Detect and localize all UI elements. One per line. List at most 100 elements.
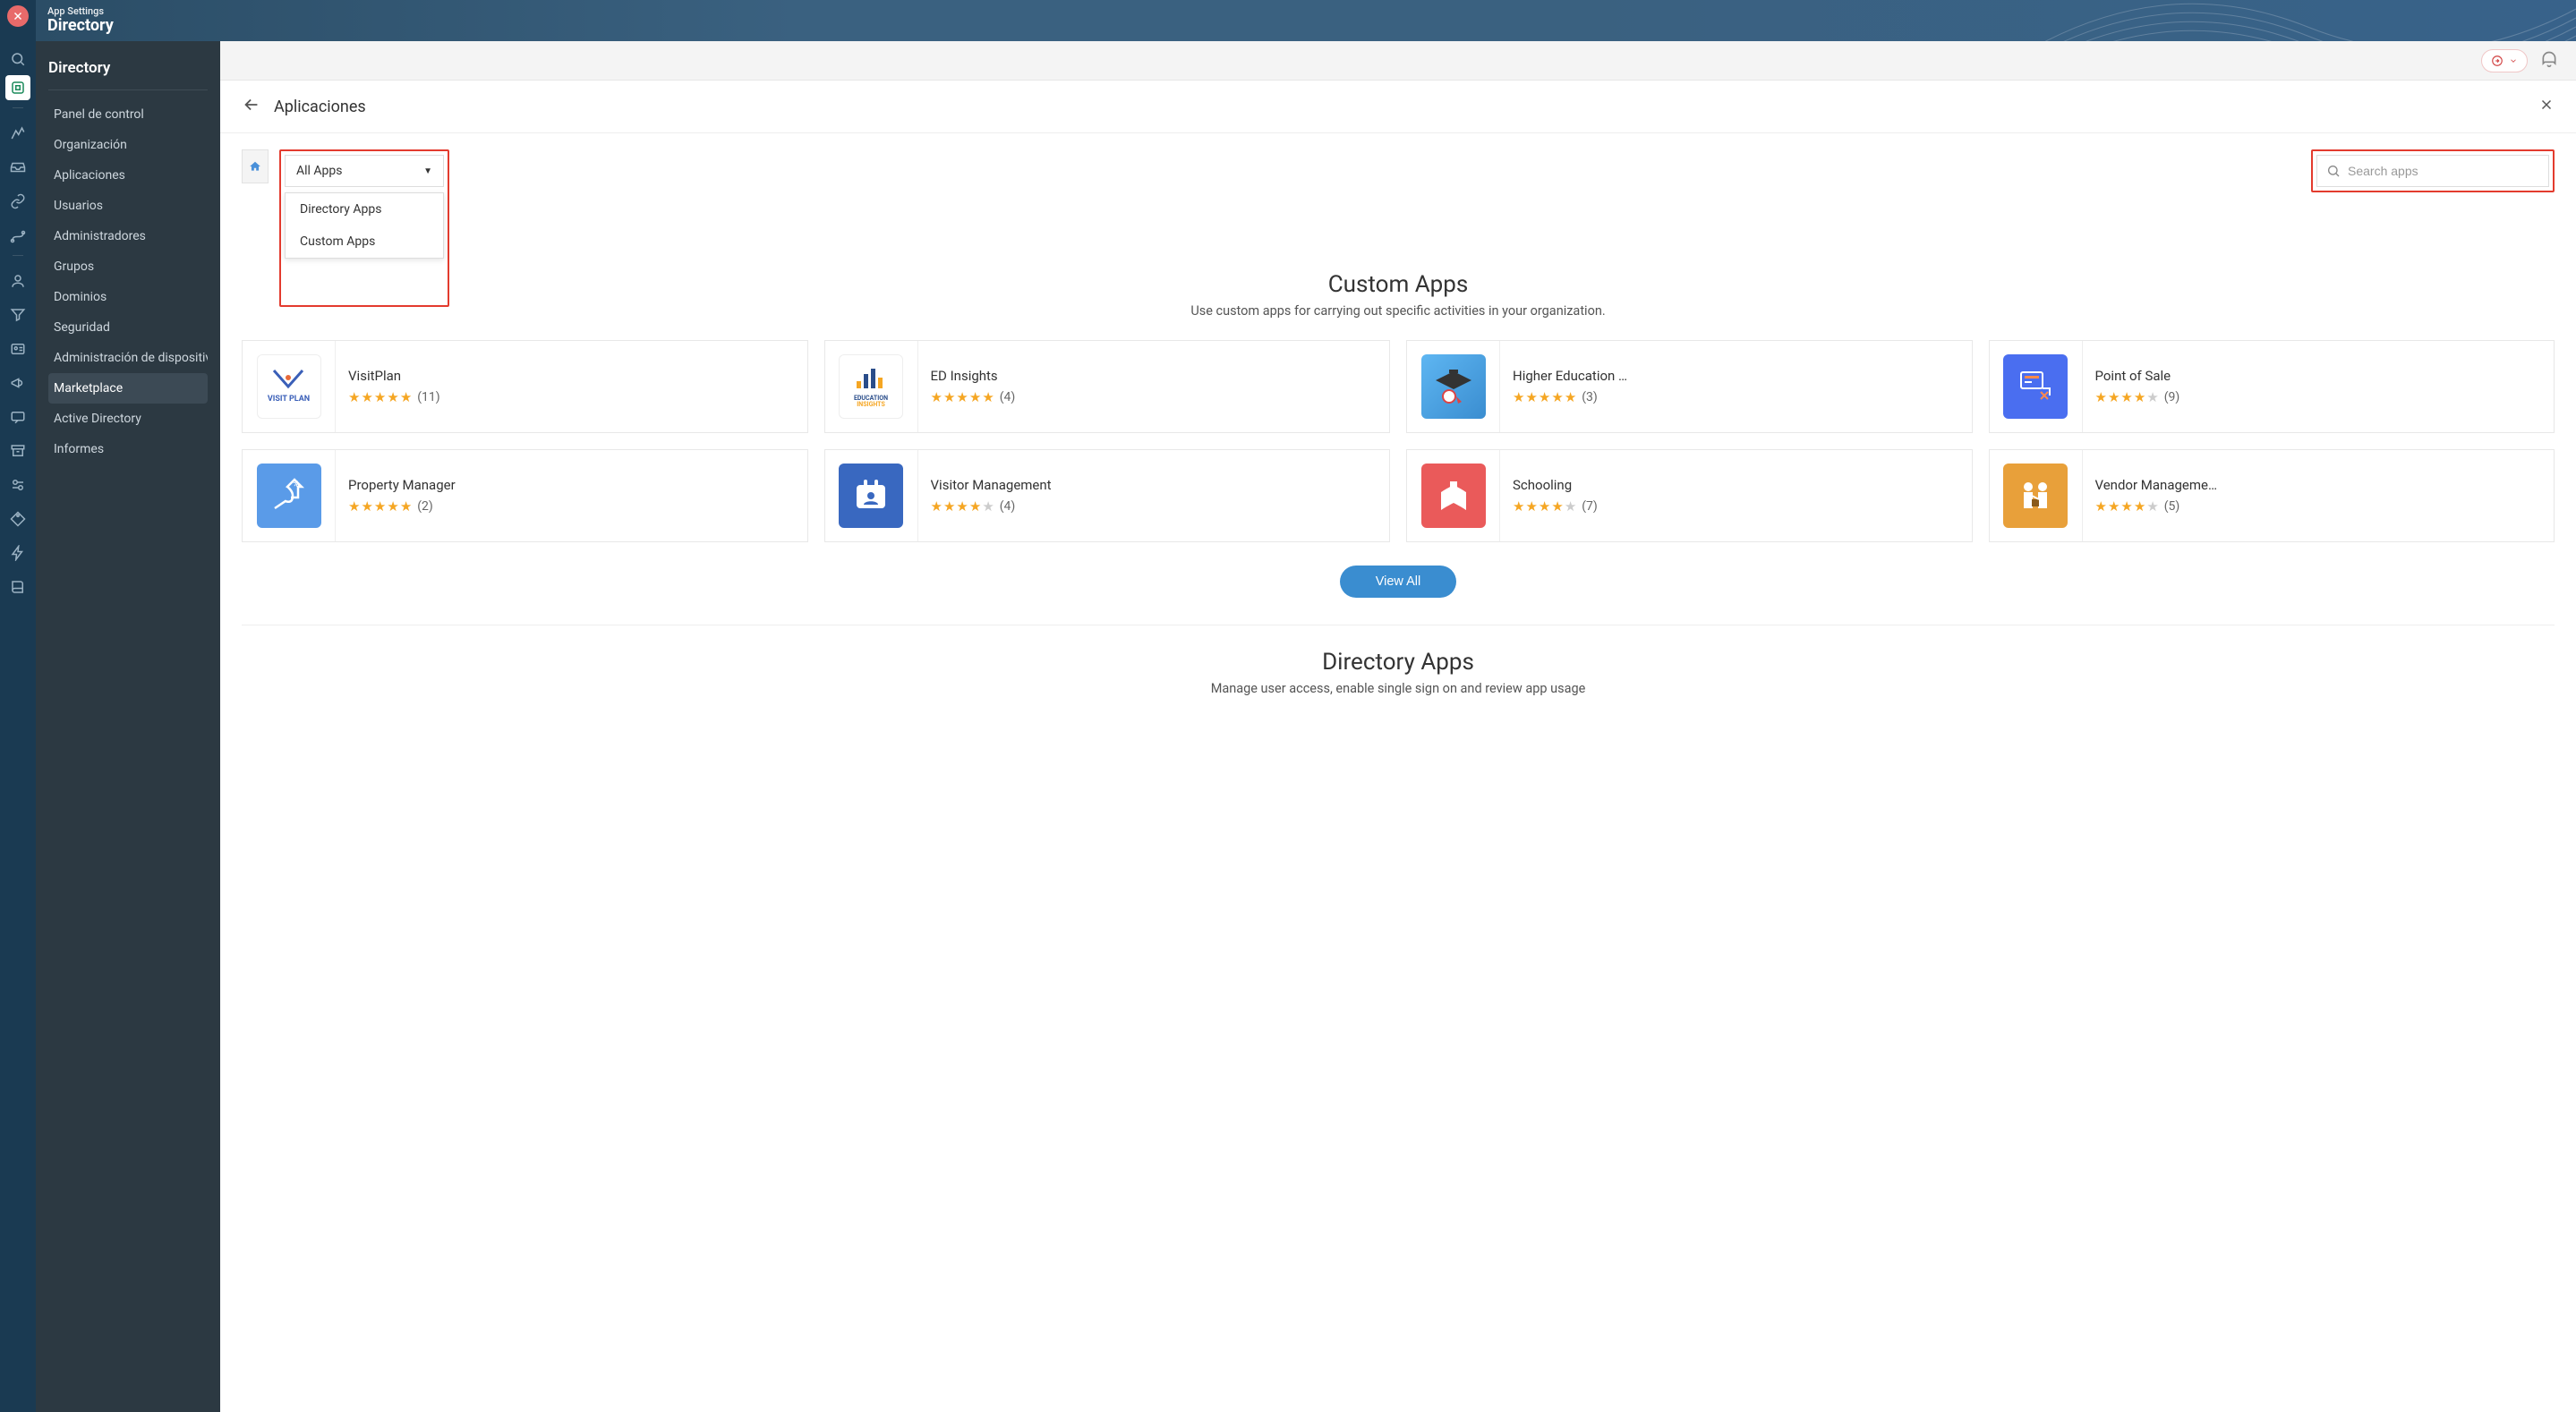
filter-option-custom-apps[interactable]: Custom Apps [286,225,443,258]
inbox-icon[interactable] [5,155,30,180]
rating-stars: ★★★★★ [2095,389,2159,405]
rating-count: (9) [2164,390,2180,404]
app-card[interactable]: Vendor Manageme…★★★★★(5) [1989,449,2555,542]
sidebar: Directory Panel de control Organización … [36,41,220,1412]
notifications-button[interactable] [2540,50,2558,72]
chevron-down-icon: ▼ [423,166,432,176]
app-name: Property Manager [348,477,795,493]
id-card-icon[interactable] [5,336,30,362]
app-icon-container: % [243,450,336,541]
sidebar-item-administrators[interactable]: Administradores [48,221,208,251]
app-card[interactable]: Point of Sale ★★★★★ (9) [1989,340,2555,433]
app-card[interactable]: % Property Manager ★★★★★ (2) [242,449,808,542]
megaphone-icon[interactable] [5,370,30,396]
sidebar-item-active-directory[interactable]: Active Directory [48,404,208,434]
settings-icon[interactable] [5,472,30,498]
app-card[interactable]: Higher Education …★★★★★(3) [1406,340,1973,433]
rating-count: (4) [1000,390,1016,404]
rating-row: ★★★★★(4) [931,498,1378,515]
app-name: Point of Sale [2095,368,2542,384]
filter-option-label: Directory Apps [300,202,381,217]
rating-row: ★★★★★(7) [1513,498,1959,515]
app-icon-container: VISIT PLAN [243,341,336,432]
app-icon-container [825,450,918,541]
sidebar-item-label: Seguridad [54,320,110,335]
sidebar-item-dashboard[interactable]: Panel de control [48,99,208,130]
rating-row: ★★★★★ (2) [348,498,795,515]
filter-icon[interactable] [5,302,30,327]
app-card[interactable]: EDUCATIONINSIGHTS ED Insights ★★★★★(4) [824,340,1391,433]
directory-app-icon[interactable] [5,75,30,100]
rating-stars: ★★★★★ [2095,498,2159,515]
search-input[interactable] [2348,164,2539,178]
app-name: VisitPlan [348,368,795,384]
app-info: Point of Sale ★★★★★ (9) [2083,341,2555,432]
archive-icon[interactable] [5,438,30,464]
bolt-icon[interactable] [5,540,30,566]
app-info: ED Insights ★★★★★(4) [918,341,1390,432]
user-icon[interactable] [5,268,30,293]
tag-icon[interactable] [5,506,30,532]
rail-divider [13,255,23,256]
sidebar-item-label: Organización [54,138,127,152]
sidebar-item-marketplace[interactable]: Marketplace [48,373,208,404]
view-all-button[interactable]: View All [1340,566,1457,598]
app-card[interactable]: VISIT PLANVisitPlan★★★★★(11) [242,340,808,433]
breadcrumb-home[interactable] [242,149,269,183]
sidebar-title: Directory [48,59,208,90]
sidebar-item-device-management[interactable]: Administración de dispositivos [48,343,208,373]
rating-row: ★★★★★(4) [931,389,1378,405]
sidebar-item-label: Administración de dispositivos [54,351,208,365]
sidebar-item-users[interactable]: Usuarios [48,191,208,221]
search-icon [2326,164,2341,178]
rating-count: (2) [417,499,433,514]
rating-count: (4) [1000,499,1016,514]
rating-stars: ★★★★★ [348,389,412,405]
sidebar-item-label: Dominios [54,290,107,304]
sidebar-item-organization[interactable]: Organización [48,130,208,160]
app-name: Vendor Manageme… [2095,477,2542,493]
chat-icon[interactable] [5,404,30,430]
sidebar-item-domains[interactable]: Dominios [48,282,208,312]
analytics-icon[interactable] [5,121,30,146]
close-page-button[interactable] [2538,97,2555,116]
sign-in-pill[interactable] [2481,49,2528,72]
sidebar-item-label: Administradores [54,229,146,243]
rating-stars: ★★★★★ [1513,498,1576,515]
app-icon-container [1990,450,2083,541]
route-icon[interactable] [5,223,30,248]
custom-apps-section: Custom Apps Use custom apps for carrying… [220,307,2576,625]
app-icon: % [257,464,321,528]
app-name: Schooling [1513,477,1959,493]
sidebar-item-label: Panel de control [54,107,144,122]
app-name: Visitor Management [931,477,1378,493]
icon-rail [0,0,36,1412]
filter-select[interactable]: All Apps ▼ [285,155,444,187]
sidebar-item-reports[interactable]: Informes [48,434,208,464]
header-subtitle: App Settings [47,6,114,17]
search-icon[interactable] [5,47,30,72]
link-icon[interactable] [5,189,30,214]
rating-stars: ★★★★★ [348,498,412,515]
page-header: Aplicaciones [220,81,2576,133]
app-info: Schooling ★★★★★(7) [1500,450,1972,541]
app-icon [2003,464,2068,528]
app-card[interactable]: Schooling ★★★★★(7) [1406,449,1973,542]
app-icon: EDUCATIONINSIGHTS [839,354,903,419]
book-icon[interactable] [5,574,30,600]
page-title: Aplicaciones [274,98,366,116]
filter-row: All Apps ▼ Directory Apps Custom Apps [220,133,2576,307]
sidebar-item-applications[interactable]: Aplicaciones [48,160,208,191]
section-subtitle: Manage user access, enable single sign o… [242,681,2555,696]
back-button[interactable] [242,95,261,118]
app-info: Visitor Management ★★★★★(4) [918,450,1390,541]
app-card[interactable]: Visitor Management ★★★★★(4) [824,449,1391,542]
app-name: ED Insights [931,368,1378,384]
filter-option-directory-apps[interactable]: Directory Apps [286,193,443,225]
search-box [2316,155,2549,187]
section-title: Directory Apps [242,649,2555,676]
rating-count: (3) [1582,390,1598,404]
close-app-button[interactable] [7,5,29,27]
sidebar-item-security[interactable]: Seguridad [48,312,208,343]
sidebar-item-groups[interactable]: Grupos [48,251,208,282]
